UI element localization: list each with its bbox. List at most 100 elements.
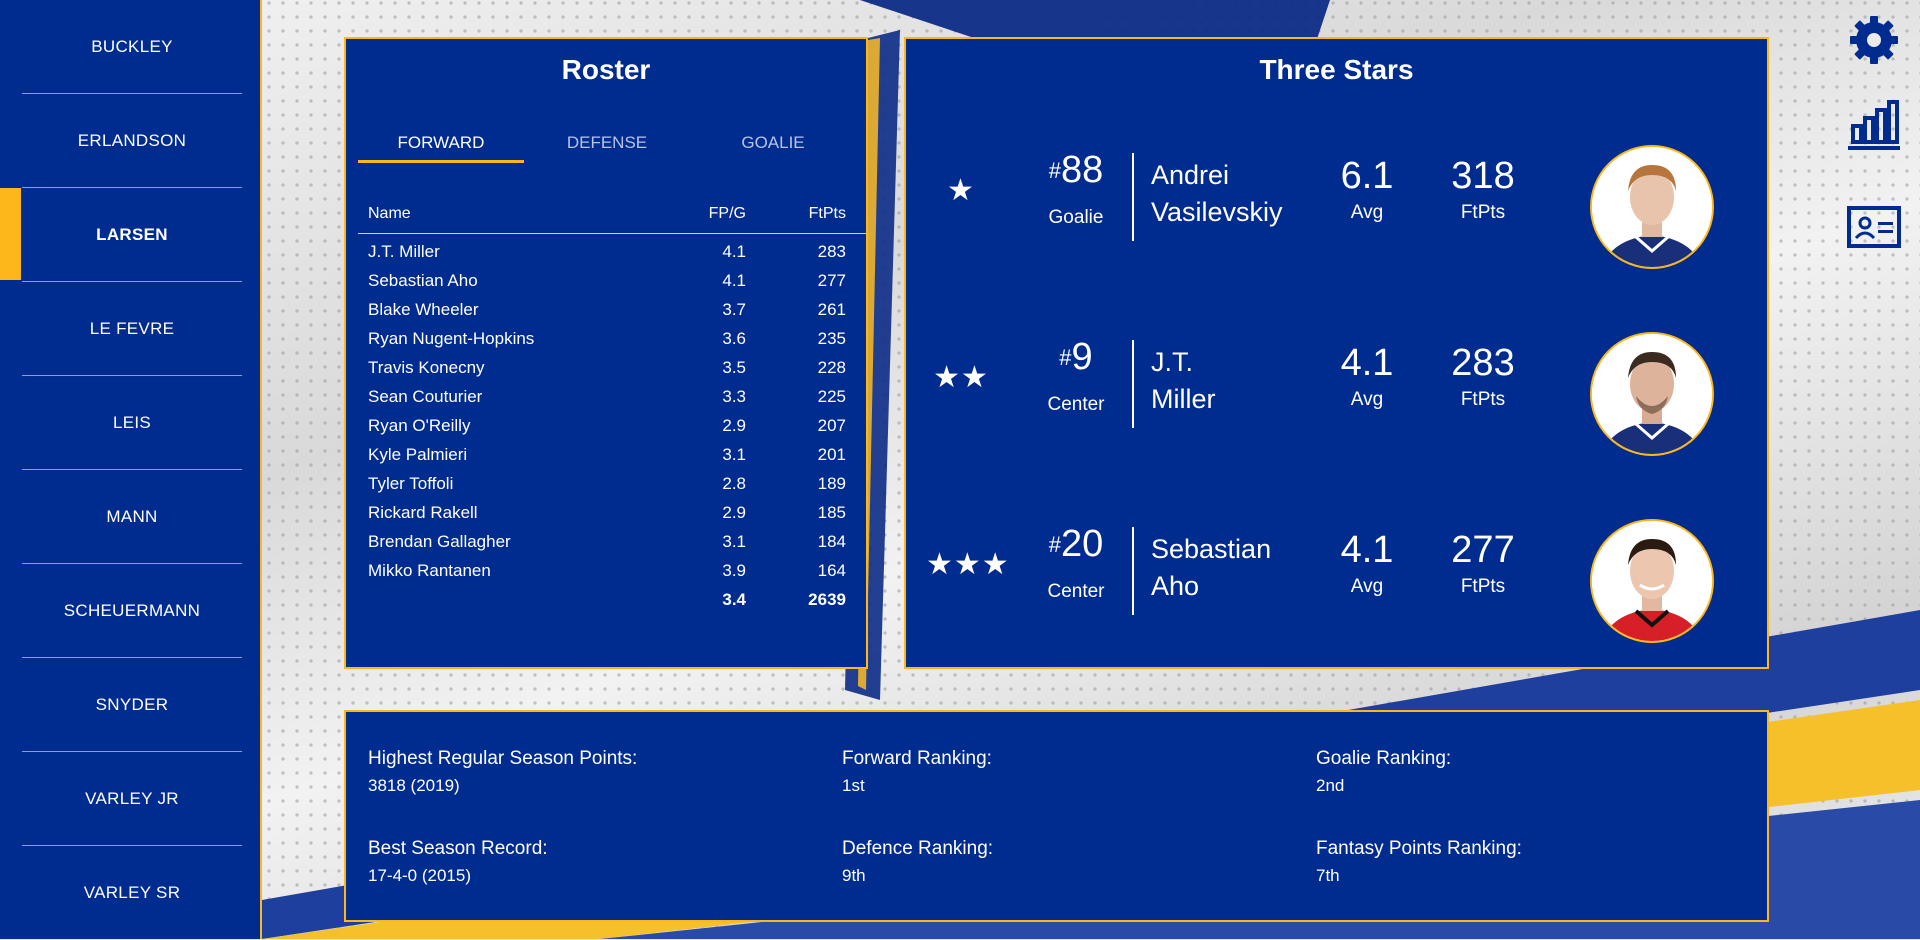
ftpts-cell: 189	[817, 474, 846, 493]
star-rating: ★	[947, 174, 975, 207]
table-row[interactable]: Kyle Palmieri 3.1 201	[358, 440, 866, 469]
ftpts-value: 318	[1451, 155, 1515, 197]
highest-points-value: 3818 (2019)	[368, 776, 460, 795]
number-hash: #	[1048, 532, 1061, 557]
fpg-cell: 2.8	[722, 474, 746, 493]
player-photo	[1592, 334, 1712, 454]
table-row[interactable]: J.T. Miller 4.1 283	[358, 237, 866, 266]
forward-ranking-info: Forward Ranking: 1st	[842, 748, 992, 796]
table-row[interactable]: Travis Konecny 3.5 228	[358, 353, 866, 382]
tab-goalie[interactable]: GOALIE	[690, 121, 856, 163]
number-hash: #	[1059, 345, 1072, 370]
player-avatar	[1590, 332, 1714, 456]
player-name-cell: Rickard Rakell	[368, 503, 478, 522]
sidebar-item-scheuermann[interactable]: SCHEUERMANN	[22, 564, 242, 658]
id-card-icon[interactable]	[1846, 200, 1902, 256]
sidebar-item-mann[interactable]: MANN	[22, 470, 242, 564]
highest-points-info: Highest Regular Season Points: 3818 (201…	[368, 748, 637, 796]
defence-ranking-value: 9th	[842, 866, 866, 885]
table-row[interactable]: Brendan Gallagher 3.1 184	[358, 527, 866, 556]
star-row-2[interactable]: ★★ #9 Center J.T. Miller 4.1 Avg 283 FtPts	[906, 314, 1767, 456]
sidebar-item-larsen[interactable]: LARSEN	[22, 188, 242, 282]
ftpts-value: 283	[1451, 342, 1515, 384]
sidebar-item-erlandson[interactable]: ERLANDSON	[22, 94, 242, 188]
table-row[interactable]: Tyler Toffoli 2.8 189	[358, 469, 866, 498]
table-row[interactable]: Sean Couturier 3.3 225	[358, 382, 866, 411]
total-ftpts: 2639	[808, 590, 846, 609]
player-name-cell: Sebastian Aho	[368, 271, 478, 290]
divider	[1132, 153, 1134, 241]
avg-stat: 6.1 Avg	[1322, 127, 1412, 224]
divider	[1132, 527, 1134, 615]
jersey-number: #9	[1036, 336, 1116, 379]
summary-panel: Highest Regular Season Points: 3818 (201…	[344, 710, 1769, 922]
avg-value: 4.1	[1340, 342, 1394, 384]
goalie-ranking-info: Goalie Ranking: 2nd	[1316, 748, 1451, 796]
fantasy-ranking-label: Fantasy Points Ranking:	[1316, 838, 1522, 859]
tab-defense[interactable]: DEFENSE	[524, 121, 690, 163]
bar-chart-icon[interactable]	[1846, 96, 1902, 152]
number-value: 9	[1071, 336, 1093, 378]
player-name: J.T. Miller	[1151, 344, 1311, 418]
highest-points-label: Highest Regular Season Points:	[368, 748, 638, 769]
player-avatar	[1590, 519, 1714, 643]
player-name-cell: Kyle Palmieri	[368, 445, 468, 464]
fpg-cell: 4.1	[722, 242, 746, 261]
ftpts-label: FtPts	[1460, 576, 1506, 597]
star-rating: ★★★	[926, 548, 1010, 581]
tab-forward[interactable]: FORWARD	[358, 121, 524, 163]
table-row[interactable]: Rickard Rakell 2.9 185	[358, 498, 866, 527]
player-first-name: Andrei	[1151, 160, 1230, 190]
fpg-cell: 2.9	[722, 416, 746, 435]
table-row[interactable]: Blake Wheeler 3.7 261	[358, 295, 866, 324]
player-photo	[1592, 147, 1712, 267]
total-fpg: 3.4	[722, 590, 746, 609]
number-value: 20	[1060, 523, 1104, 565]
player-name-cell: Blake Wheeler	[368, 300, 479, 319]
player-name-cell: Mikko Rantanen	[368, 561, 491, 580]
player-photo	[1592, 521, 1712, 641]
table-row[interactable]: Sebastian Aho 4.1 277	[358, 266, 866, 295]
fpg-cell: 3.1	[722, 445, 746, 464]
player-first-name: Sebastian	[1151, 534, 1272, 564]
ftpts-cell: 225	[817, 387, 846, 406]
avg-label: Avg	[1350, 389, 1384, 410]
avg-value: 4.1	[1340, 529, 1394, 571]
ftpts-label: FtPts	[1460, 389, 1506, 410]
ftpts-cell: 207	[817, 416, 846, 435]
defence-ranking-info: Defence Ranking: 9th	[842, 838, 993, 886]
table-row[interactable]: Mikko Rantanen 3.9 164	[358, 556, 866, 585]
table-row[interactable]: Ryan O'Reilly 2.9 207	[358, 411, 866, 440]
defence-ranking-label: Defence Ranking:	[842, 838, 994, 859]
sidebar: BUCKLEY ERLANDSON LARSEN LE FEVRE LEIS M…	[0, 0, 262, 939]
ftpts-cell: 201	[817, 445, 846, 464]
column-header-ftpts[interactable]: FtPts	[746, 205, 846, 223]
fpg-cell: 4.1	[722, 271, 746, 290]
player-last-name: Aho	[1151, 571, 1200, 601]
fpg-cell: 3.7	[722, 300, 746, 319]
ftpts-stat: 277 FtPts	[1438, 501, 1528, 598]
fantasy-ranking-value: 7th	[1316, 866, 1340, 885]
player-last-name: Vasilevskiy	[1151, 197, 1283, 227]
avg-label: Avg	[1350, 576, 1384, 597]
sidebar-item-varley-sr[interactable]: VARLEY SR	[22, 846, 242, 940]
column-header-fpg[interactable]: FP/G	[666, 205, 746, 223]
number-value: 88	[1060, 149, 1104, 191]
sidebar-item-le-fevre[interactable]: LE FEVRE	[22, 282, 242, 376]
sidebar-item-varley-jr[interactable]: VARLEY JR	[22, 752, 242, 846]
sidebar-item-leis[interactable]: LEIS	[22, 376, 242, 470]
divider	[1132, 340, 1134, 428]
jersey-number: #20	[1036, 523, 1116, 566]
avg-stat: 4.1 Avg	[1322, 314, 1412, 411]
gear-icon[interactable]	[1846, 12, 1902, 68]
table-total-row: 3.4 2639	[358, 585, 866, 614]
column-header-name[interactable]: Name	[368, 205, 411, 223]
best-record-value: 17-4-0 (2015)	[368, 866, 472, 885]
player-name-cell: Tyler Toffoli	[368, 474, 454, 493]
star-row-3[interactable]: ★★★ #20 Center Sebastian Aho 4.1 Avg 277 Ft…	[906, 501, 1767, 643]
table-row[interactable]: Ryan Nugent-Hopkins 3.6 235	[358, 324, 866, 353]
sidebar-item-buckley[interactable]: BUCKLEY	[22, 0, 242, 94]
sidebar-active-indicator	[0, 188, 21, 280]
star-row-1[interactable]: ★ #88 Goalie Andrei Vasilevskiy 6.1 Avg 31…	[906, 127, 1767, 269]
sidebar-item-snyder[interactable]: SNYDER	[22, 658, 242, 752]
